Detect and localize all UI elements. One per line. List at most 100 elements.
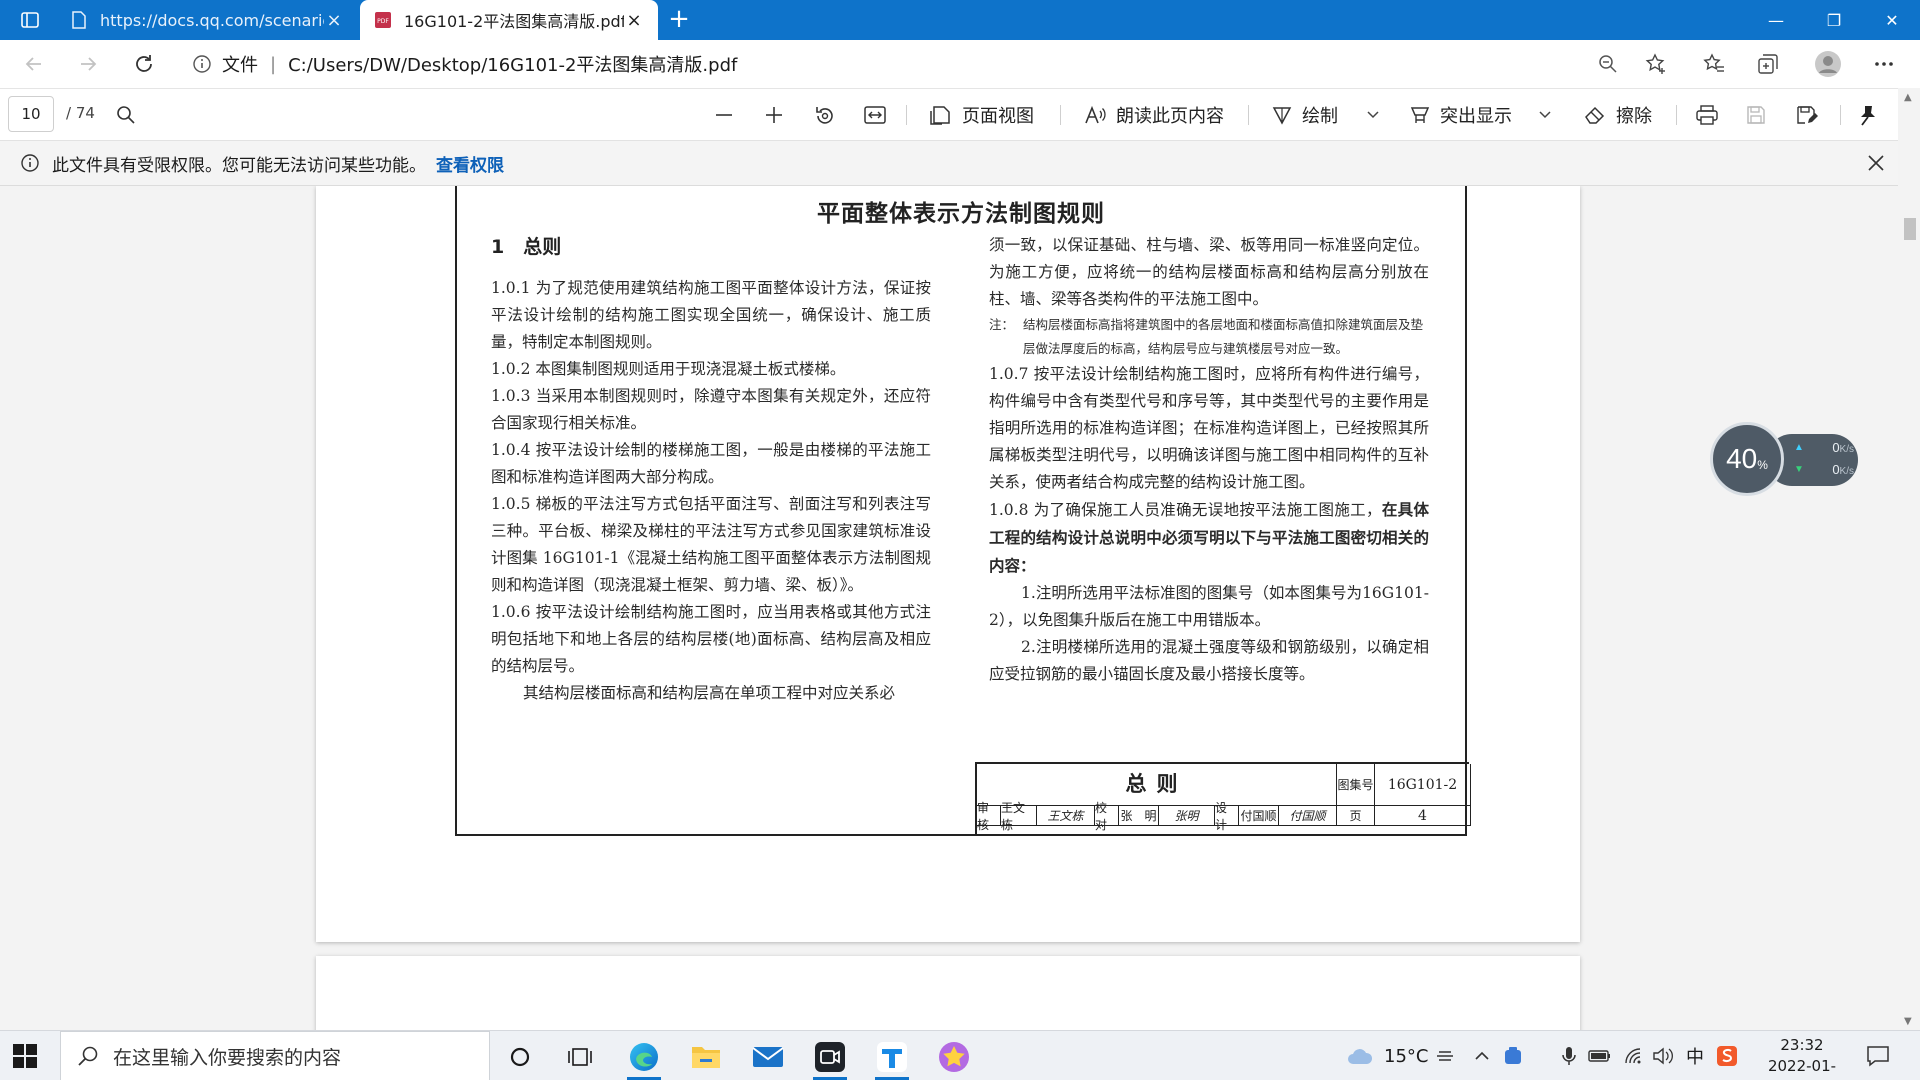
toolbar-divider — [1060, 105, 1061, 125]
clause-105: 1.0.5 梯板的平法注写方式包括平面注写、剖面注写和列表注写三种。平台板、梯梁… — [491, 495, 931, 594]
fit-width-button[interactable] — [864, 99, 896, 131]
tab-pdf[interactable]: PDF 16G101-2平法图集高清版.pdf × — [360, 0, 658, 40]
speaker-icon — [1653, 1047, 1673, 1065]
highlight-label: 突出显示 — [1440, 106, 1512, 127]
note-paragraph: 注： 结构层楼面标高指将建筑图中的各层地面和楼面标高值扣除建筑面层及垫层做法厚度后… — [989, 313, 1429, 361]
star-add-icon — [1645, 53, 1665, 74]
scroll-up-icon[interactable]: ▲ — [1904, 92, 1912, 103]
edge-taskbar-button[interactable] — [626, 1039, 662, 1075]
input-method-indicator[interactable]: 中 — [1686, 1031, 1704, 1080]
taskbar-search-box[interactable]: 在这里输入你要搜索的内容 — [60, 1031, 490, 1080]
weather-status-icon-wrap — [1436, 1031, 1454, 1080]
page-number-input[interactable]: 10 — [8, 96, 54, 132]
search-icon — [117, 106, 135, 124]
find-button[interactable] — [116, 99, 146, 131]
zoom-button[interactable] — [1592, 48, 1624, 80]
draw-options-dropdown[interactable] — [1366, 99, 1390, 131]
close-icon[interactable] — [1866, 153, 1886, 173]
read-aloud-button[interactable]: 朗读此页内容 — [1084, 99, 1224, 131]
scroll-thumb[interactable] — [1904, 218, 1916, 240]
cortana-circle-icon — [510, 1047, 530, 1067]
show-hidden-icons-button[interactable] — [1474, 1031, 1490, 1080]
print-button[interactable] — [1696, 99, 1728, 131]
forward-button[interactable] — [72, 48, 104, 80]
task-view-button[interactable] — [562, 1039, 598, 1075]
cortana-button[interactable] — [502, 1039, 538, 1075]
rotate-button[interactable] — [814, 99, 846, 131]
favorites-button[interactable] — [1698, 48, 1730, 80]
page-icon — [72, 11, 86, 29]
microphone-icon — [1562, 1047, 1576, 1065]
erase-label: 擦除 — [1616, 106, 1652, 127]
refresh-button[interactable] — [128, 48, 160, 80]
view-permissions-link[interactable]: 查看权限 — [436, 151, 504, 176]
vertical-scrollbar[interactable]: ▲ ▼ — [1898, 88, 1920, 1030]
back-button[interactable] — [18, 48, 50, 80]
memory-usage-gauge: 40% — [1710, 422, 1784, 496]
tray-app-button[interactable] — [1502, 1031, 1524, 1080]
tab-actions-button[interactable] — [12, 8, 48, 32]
fog-icon — [1437, 1051, 1453, 1061]
clock[interactable]: 23:32 2022-01-04 — [1760, 1035, 1844, 1080]
tencent-docs-button[interactable] — [874, 1039, 910, 1075]
zoom-in-button[interactable] — [764, 99, 794, 131]
page-total: / 74 — [66, 104, 95, 122]
clause-107: 1.0.7 按平法设计绘制结构施工图时，应将所有构件进行编号，构件编号中含有类型… — [989, 365, 1429, 491]
page-view-button[interactable]: 页面视图 — [930, 99, 1034, 131]
zoom-out-button[interactable] — [714, 99, 744, 131]
settings-more-button[interactable] — [1868, 48, 1900, 80]
address-bar[interactable]: 文件 | C:/Users/DW/Desktop/16G101-2平法图集高清版… — [192, 48, 737, 80]
close-window-button[interactable]: ✕ — [1864, 0, 1920, 40]
designer-signature: 付国顺 — [1279, 806, 1337, 826]
pdf-viewer[interactable]: 平面整体表示方法制图规则 1 总则 1.0.1 为了规范使用建筑结构施工图平面整… — [0, 186, 1920, 1030]
pdf-icon: PDF — [375, 12, 391, 28]
windows-start-icon[interactable] — [12, 1043, 38, 1069]
highlight-options-dropdown[interactable] — [1538, 99, 1562, 131]
highlight-button[interactable]: 突出显示 — [1410, 99, 1512, 131]
mail-button[interactable] — [750, 1039, 786, 1075]
microphone-button[interactable] — [1562, 1031, 1576, 1080]
check-label: 校对 — [1095, 801, 1119, 832]
network-button[interactable] — [1624, 1031, 1644, 1080]
download-rate: 0 — [1832, 462, 1840, 477]
profile-button[interactable] — [1812, 48, 1844, 80]
minimize-button[interactable]: — — [1748, 0, 1804, 40]
pdf-page: 平面整体表示方法制图规则 1 总则 1.0.1 为了规范使用建筑结构施工图平面整… — [316, 186, 1580, 942]
save-as-icon — [1797, 106, 1818, 124]
avatar-icon — [1815, 51, 1841, 77]
star-app-button[interactable] — [936, 1039, 972, 1075]
restore-button[interactable]: ❐ — [1806, 0, 1862, 40]
add-favorite-button[interactable] — [1640, 48, 1672, 80]
network-speed-widget[interactable]: ▲ 0K/s ▼ 0K/s 40% — [1710, 420, 1860, 498]
pin-toolbar-button[interactable] — [1858, 99, 1888, 131]
sogou-ime-button[interactable] — [1716, 1031, 1738, 1080]
checker-signature: 张明 — [1159, 806, 1215, 826]
arrow-right-icon — [81, 57, 97, 71]
scroll-down-icon[interactable]: ▼ — [1904, 1016, 1912, 1027]
battery-button[interactable] — [1588, 1031, 1612, 1080]
tab-close-button[interactable]: × — [324, 10, 344, 31]
collections-button[interactable] — [1752, 48, 1784, 80]
star-badge-icon — [939, 1042, 969, 1072]
new-tab-button[interactable]: + — [664, 6, 694, 34]
wifi-icon — [1625, 1048, 1641, 1064]
save-button[interactable] — [1746, 99, 1776, 131]
page-view-icon — [930, 106, 950, 125]
erase-button[interactable]: 擦除 — [1584, 99, 1652, 131]
url-text[interactable]: C:/Users/DW/Desktop/16G101-2平法图集高清版.pdf — [288, 51, 737, 77]
text-column-right: 须一致，以保证基础、柱与墙、梁、板等用同一标准竖向定位。为施工方便，应将统一的结… — [989, 232, 1429, 688]
notification-center-button[interactable] — [1866, 1031, 1890, 1080]
read-aloud-label: 朗读此页内容 — [1116, 106, 1224, 127]
file-explorer-button[interactable] — [688, 1039, 724, 1075]
title-block: 总则 图集号 16G101-2 审核 王文栋 王文栋 校对 张 明 张明 设计 … — [975, 762, 1471, 834]
clock-date: 2022-01-04 — [1767, 1057, 1837, 1080]
save-as-button[interactable] — [1796, 99, 1828, 131]
info-icon[interactable] — [192, 54, 212, 74]
tab-tencent-docs[interactable]: https://docs.qq.com/scenario/im × — [56, 0, 358, 40]
weather-widget[interactable]: 15°C — [1346, 1031, 1428, 1080]
camera-app-button[interactable] — [812, 1039, 848, 1075]
video-camera-icon — [815, 1042, 845, 1072]
draw-button[interactable]: 绘制 — [1272, 99, 1338, 131]
tab-close-button[interactable]: × — [624, 10, 644, 31]
volume-button[interactable] — [1652, 1031, 1674, 1080]
